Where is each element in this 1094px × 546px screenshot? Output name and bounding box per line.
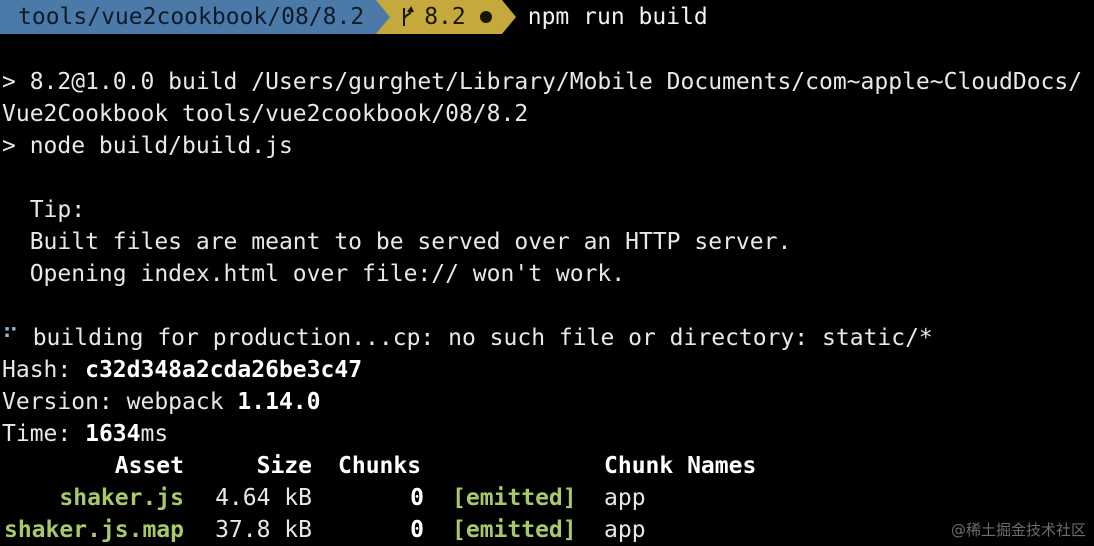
output-line: Vue2Cookbook tools/vue2cookbook/08/8.2 (2, 101, 529, 127)
time-unit: ms (140, 421, 169, 447)
watermark: @稀土掘金技术社区 (950, 521, 1086, 539)
spinner-icon: ⠋ (2, 325, 19, 351)
output-line: > node build/build.js (2, 133, 293, 159)
table-row-status: [emitted] (452, 517, 577, 543)
table-row-chunks: 0 (410, 485, 424, 511)
dirty-status-icon (479, 11, 492, 23)
output-line: > 8.2@1.0.0 build /Users/gurghet/Library… (2, 69, 1083, 95)
tip-line: Built files are meant to be served over … (2, 229, 792, 255)
table-row-asset: shaker.js.map (3, 517, 184, 543)
command-text: npm run build (527, 4, 708, 30)
table-row-chunks: 0 (410, 517, 424, 543)
prompt-end-icon (501, 0, 516, 34)
version-value: 1.14.0 (237, 389, 321, 415)
version-line: Version: webpack 1.14.0 (2, 386, 321, 418)
time-line: Time: 1634ms (2, 418, 168, 450)
prompt-branch-name: 8.2 (424, 4, 466, 30)
table-row-size: 37.8 kB (215, 517, 312, 543)
prompt-path: tools/vue2cookbook/08/8.2 (0, 0, 377, 34)
prompt-separator-icon (376, 0, 391, 34)
terminal-window[interactable]: tools/vue2cookbook/08/8.2 8.2 npm run bu… (0, 0, 1094, 546)
table-row-asset: shaker.js (59, 485, 184, 511)
header-size: Size (256, 453, 312, 479)
table-row-size: 4.64 kB (215, 485, 312, 511)
time-value: 1634 (85, 421, 141, 447)
prompt-branch-segment: 8.2 (390, 0, 502, 34)
shell-prompt: tools/vue2cookbook/08/8.2 8.2 npm run bu… (0, 0, 708, 34)
hash-label: Hash: (2, 357, 86, 383)
build-status-text: building for production...cp: no such fi… (18, 325, 933, 351)
header-asset: Asset (114, 453, 184, 479)
table-row-chunk-name: app (604, 517, 646, 543)
hash-value: c32d348a2cda26be3c47 (85, 357, 363, 383)
table-row-status: [emitted] (452, 485, 577, 511)
tip-line: Opening index.html over file:// won't wo… (2, 261, 626, 287)
hash-line: Hash: c32d348a2cda26be3c47 (2, 354, 362, 386)
header-chunk-names: Chunk Names (604, 453, 757, 479)
table-row-chunk-name: app (604, 485, 646, 511)
time-label: Time: (2, 421, 86, 447)
build-status-line: ⠋ building for production...cp: no such … (2, 322, 933, 354)
git-branch-icon (403, 6, 415, 26)
tip-title: Tip: (2, 197, 86, 223)
version-label: Version: webpack (2, 389, 238, 415)
header-chunks: Chunks (338, 453, 422, 479)
